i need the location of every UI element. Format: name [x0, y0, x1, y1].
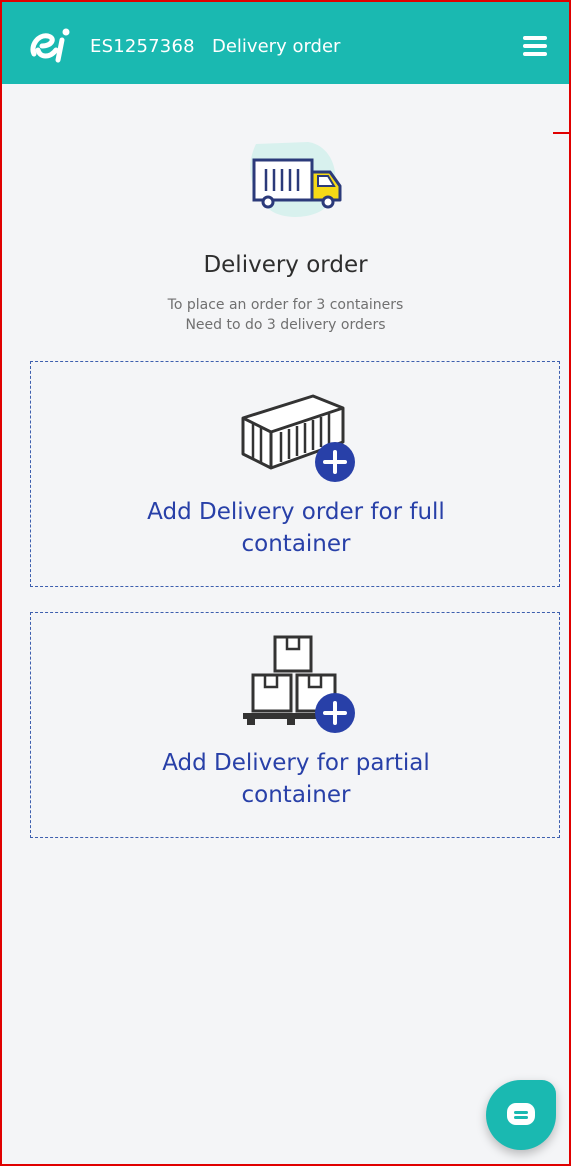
label-line-2: container	[241, 782, 351, 808]
ei-logo-icon[interactable]	[28, 24, 72, 64]
label-line-1: Add Delivery order for full	[147, 499, 445, 525]
chat-button[interactable]	[486, 1080, 556, 1150]
chat-bubble-icon	[507, 1103, 535, 1125]
header-title: Delivery order	[212, 36, 341, 57]
app-frame: ES1257368 Delivery order Delivery order …	[0, 0, 571, 1166]
hint-text: To place an order for 3 containers Need …	[2, 295, 569, 335]
add-full-container-label: Add Delivery order for full container	[51, 496, 541, 560]
add-full-container-card[interactable]: Add Delivery order for full container	[30, 361, 560, 587]
stacked-boxes-pallet-add-icon	[243, 635, 355, 733]
label-line-2: container	[241, 531, 351, 557]
hamburger-menu-icon[interactable]	[523, 36, 547, 56]
add-partial-container-card[interactable]: Add Delivery for partial container	[30, 612, 560, 838]
hint-line-1: To place an order for 3 containers	[167, 297, 404, 313]
edge-marker	[553, 132, 569, 134]
add-partial-container-label: Add Delivery for partial container	[51, 747, 541, 811]
hint-line-2: Need to do 3 delivery orders	[185, 317, 386, 333]
page-heading: Delivery order	[203, 252, 368, 278]
top-header: ES1257368 Delivery order	[2, 2, 569, 84]
delivery-truck-icon	[250, 142, 342, 217]
shipping-container-add-icon	[241, 394, 355, 482]
order-id: ES1257368	[90, 36, 195, 57]
label-line-1: Add Delivery for partial	[162, 750, 430, 776]
